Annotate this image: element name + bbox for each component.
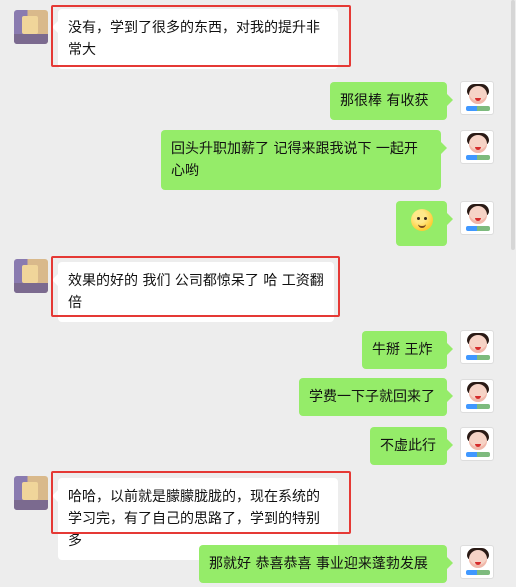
chat-window: 没有，学到了很多的东西，对我的提升非常大 那很棒 有收获 回头升职加薪了 记得来…	[0, 0, 516, 587]
avatar-strip	[466, 226, 490, 231]
avatar[interactable]	[14, 476, 48, 510]
avatar-strip	[466, 155, 490, 160]
message-bubble-left: 没有，学到了很多的东西，对我的提升非常大	[52, 9, 338, 69]
message-text: 效果的好的 我们 公司都惊呆了 哈 工资翻倍	[68, 273, 324, 311]
message-text: 牛掰 王炸	[372, 342, 433, 358]
message-bubble-right: 学费一下子就回来了	[299, 378, 453, 416]
avatar[interactable]	[460, 379, 494, 413]
message-bubble-left: 效果的好的 我们 公司都惊呆了 哈 工资翻倍	[52, 262, 334, 322]
avatar-strip	[466, 570, 490, 575]
avatar-face	[469, 335, 487, 353]
avatar[interactable]	[460, 427, 494, 461]
avatar-strip	[466, 355, 490, 360]
avatar-face	[469, 206, 487, 224]
avatar-face	[469, 86, 487, 104]
scrollbar[interactable]	[511, 0, 515, 250]
avatar[interactable]	[460, 545, 494, 579]
avatar-strip	[466, 452, 490, 457]
avatar[interactable]	[14, 10, 48, 44]
message-bubble-right: 回头升职加薪了 记得来跟我说下 一起开心哟	[161, 130, 447, 190]
message-text: 哈哈，以前就是朦朦胧胧的，现在系统的学习完，有了自己的思路了，学到的特别多	[68, 489, 320, 549]
avatar-face	[469, 384, 487, 402]
avatar[interactable]	[14, 259, 48, 293]
message-bubble-right: 那就好 恭喜恭喜 事业迎来蓬勃发展	[199, 545, 453, 583]
message-text: 不虚此行	[380, 438, 436, 454]
avatar-face	[469, 135, 487, 153]
avatar-strip	[466, 106, 490, 111]
avatar[interactable]	[460, 81, 494, 115]
message-text: 那就好 恭喜恭喜 事业迎来蓬勃发展	[209, 556, 428, 572]
avatar[interactable]	[460, 330, 494, 364]
avatar-face	[469, 550, 487, 568]
avatar-face	[469, 432, 487, 450]
avatar[interactable]	[460, 201, 494, 235]
message-text: 没有，学到了很多的东西，对我的提升非常大	[68, 20, 320, 58]
message-bubble-right: 那很棒 有收获	[330, 82, 453, 120]
message-text: 那很棒 有收获	[340, 93, 429, 109]
thinking-emoji-icon	[410, 209, 433, 231]
message-text: 回头升职加薪了 记得来跟我说下 一起开心哟	[171, 141, 418, 179]
message-text: 学费一下子就回来了	[309, 389, 435, 405]
avatar-strip	[466, 404, 490, 409]
message-bubble-right: 不虚此行	[370, 427, 453, 465]
avatar[interactable]	[460, 130, 494, 164]
message-bubble-right: 牛掰 王炸	[362, 331, 453, 369]
message-bubble-right	[396, 201, 453, 246]
